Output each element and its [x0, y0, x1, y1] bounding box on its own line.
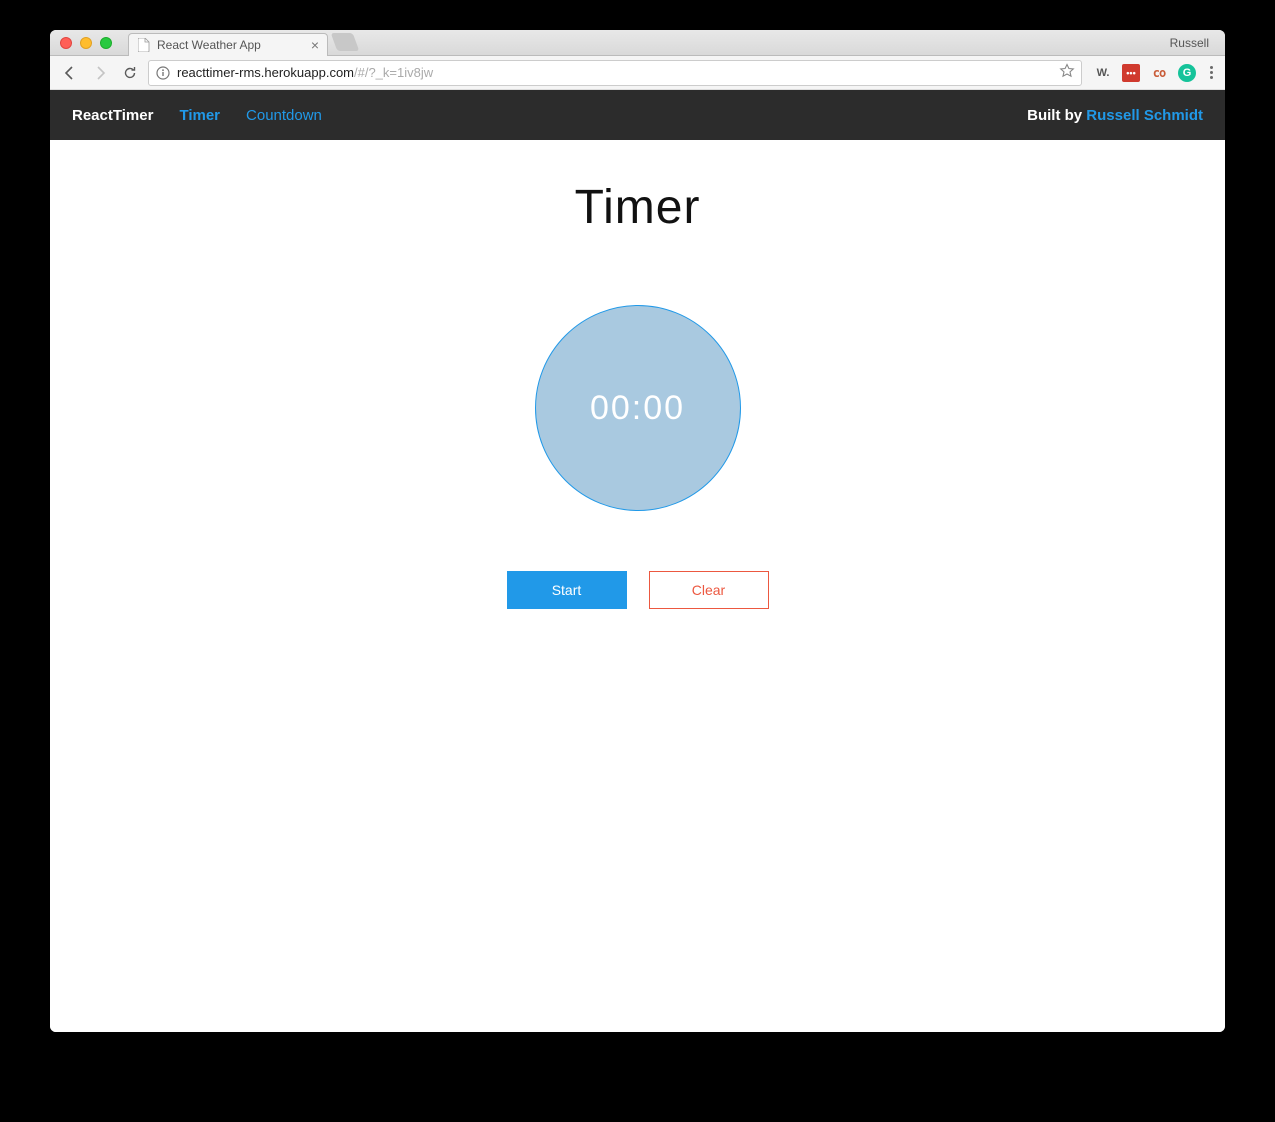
window-close-icon[interactable]: [60, 37, 72, 49]
clock-face: 00:00: [535, 305, 741, 511]
brand[interactable]: ReactTimer: [72, 107, 153, 124]
author-link[interactable]: Russell Schmidt: [1086, 107, 1203, 124]
browser-menu-icon[interactable]: [1206, 66, 1217, 79]
reload-button[interactable]: [118, 61, 142, 85]
page-icon: [137, 38, 151, 52]
browser-window: React Weather App × Russell reacttimer-r…: [50, 30, 1225, 1032]
tab-strip: React Weather App ×: [128, 30, 356, 55]
lastpass-extension-icon[interactable]: •••: [1122, 64, 1140, 82]
back-button[interactable]: [58, 61, 82, 85]
traffic-lights: [60, 37, 112, 49]
page-title: Timer: [575, 180, 701, 235]
browser-toolbar: reacttimer-rms.herokuapp.com/#/?_k=1iv8j…: [50, 56, 1225, 90]
clock-display: 00:00: [590, 389, 685, 428]
window-zoom-icon[interactable]: [100, 37, 112, 49]
window-minimize-icon[interactable]: [80, 37, 92, 49]
window-titlebar: React Weather App × Russell: [50, 30, 1225, 56]
codepen-extension-icon[interactable]: co: [1150, 64, 1168, 82]
clear-button[interactable]: Clear: [649, 571, 769, 609]
new-tab-button[interactable]: [331, 33, 360, 51]
controls: Start Clear: [507, 571, 769, 609]
wappalyzer-extension-icon[interactable]: W.: [1094, 64, 1112, 82]
profile-name[interactable]: Russell: [1170, 36, 1215, 50]
built-by-prefix: Built by: [1027, 107, 1086, 124]
tab-title: React Weather App: [157, 38, 261, 52]
built-by: Built by Russell Schmidt: [1027, 107, 1203, 124]
address-bar[interactable]: reacttimer-rms.herokuapp.com/#/?_k=1iv8j…: [148, 60, 1082, 86]
browser-tab[interactable]: React Weather App ×: [128, 33, 328, 56]
app-navbar: ReactTimer Timer Countdown Built by Russ…: [50, 90, 1225, 140]
bookmark-star-icon[interactable]: [1059, 63, 1075, 82]
grammarly-extension-icon[interactable]: G: [1178, 64, 1196, 82]
nav-link-countdown[interactable]: Countdown: [246, 107, 322, 124]
page-content: Timer 00:00 Start Clear: [50, 140, 1225, 1032]
nav-link-timer[interactable]: Timer: [179, 107, 220, 124]
start-button[interactable]: Start: [507, 571, 627, 609]
tab-close-icon[interactable]: ×: [311, 38, 319, 52]
forward-button[interactable]: [88, 61, 112, 85]
extensions: W. ••• co G: [1088, 64, 1217, 82]
site-info-icon[interactable]: [155, 65, 171, 81]
url-text: reacttimer-rms.herokuapp.com/#/?_k=1iv8j…: [177, 65, 433, 80]
